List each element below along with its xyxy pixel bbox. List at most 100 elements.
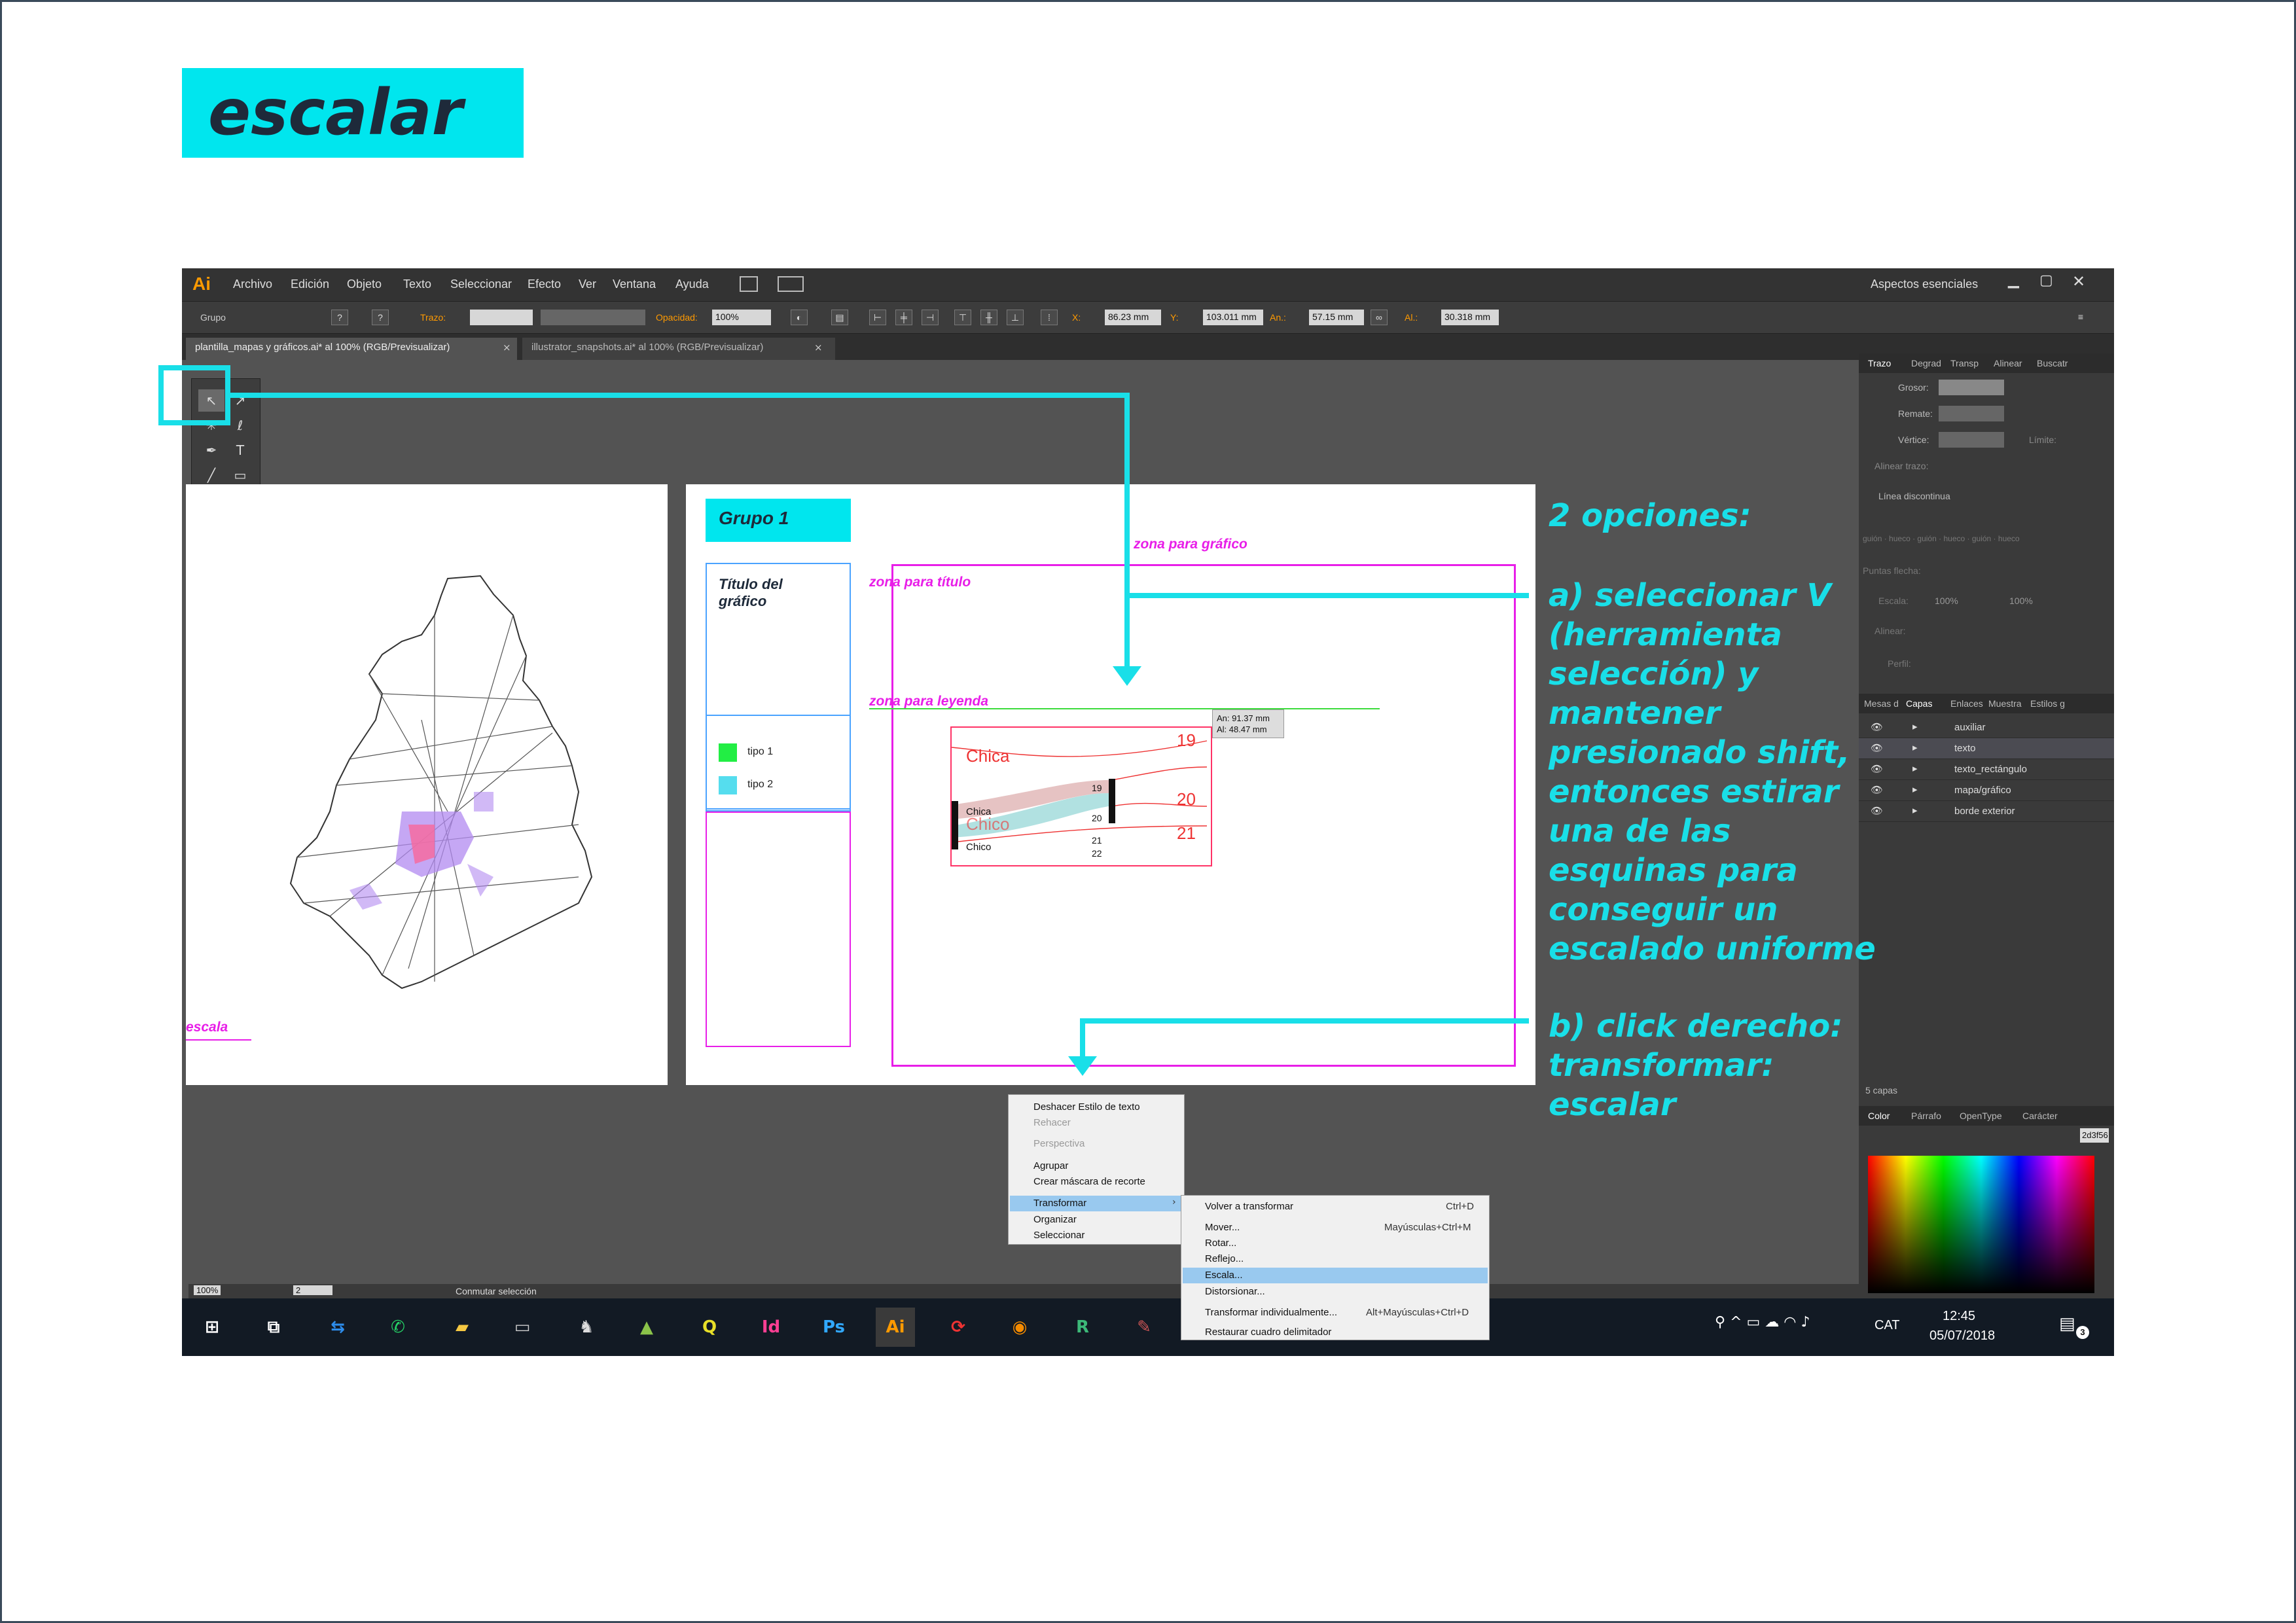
y-field[interactable]: 103.011 mm <box>1203 310 1263 325</box>
menu-item-group[interactable]: Agrupar <box>1033 1160 1068 1171</box>
align-right-icon[interactable]: ⊣ <box>922 310 939 325</box>
menu-item-redo[interactable]: Rehacer <box>1033 1117 1071 1128</box>
variable-width-field[interactable] <box>541 310 645 325</box>
clock-time[interactable]: 12:45 <box>1943 1309 1975 1324</box>
blender-icon[interactable]: ◉ <box>1000 1308 1039 1347</box>
terminal-icon[interactable]: ▭ <box>503 1308 542 1347</box>
tab-muestras[interactable]: Muestra <box>1988 698 2022 709</box>
opacity-label[interactable]: Opacidad: <box>656 312 698 323</box>
menu-item-perspective[interactable]: Perspectiva <box>1033 1138 1085 1149</box>
status-info[interactable]: Conmutar selección <box>456 1286 537 1296</box>
align-hcenter-icon[interactable]: ╪ <box>895 310 912 325</box>
submenu-item[interactable]: Reflejo... <box>1205 1253 1244 1264</box>
zoom-field[interactable]: 100% <box>194 1285 221 1295</box>
stroke-label[interactable]: Trazo: <box>420 312 446 323</box>
tab-caracter[interactable]: Carácter <box>2022 1111 2058 1121</box>
sankey-bounding-box[interactable]: Chica Chico Chica Chico 19 20 21 22 19 2… <box>950 726 1212 866</box>
align-top-icon[interactable]: ⊤ <box>954 310 971 325</box>
align-to-icon[interactable]: ▤ <box>831 310 848 325</box>
language-indicator[interactable]: CAT <box>1874 1318 1900 1333</box>
windows-start-icon[interactable]: ⊞ <box>192 1308 232 1347</box>
pen-tool-icon[interactable]: ✒ <box>198 439 224 461</box>
indesign-icon[interactable]: Id <box>751 1308 791 1347</box>
menu-texto[interactable]: Texto <box>403 277 431 291</box>
tab-transparencia[interactable]: Transp <box>1950 358 1979 368</box>
layer-row[interactable]: 👁 ▸ texto_rectángulo <box>1859 759 2114 780</box>
submenu-item[interactable]: Transformar individualmente... <box>1205 1307 1337 1318</box>
tab-trazo[interactable]: Trazo <box>1868 358 1891 368</box>
layer-row[interactable]: 👁 ▸ borde exterior <box>1859 801 2114 822</box>
eye-icon[interactable]: 👁 <box>1871 784 1883 796</box>
layer-row[interactable]: 👁 ▸ mapa/gráfico <box>1859 780 2114 801</box>
submenu-item[interactable]: Distorsionar... <box>1205 1286 1265 1297</box>
submenu-item[interactable]: Restaurar cuadro delimitador <box>1205 1327 1331 1338</box>
sync-app-icon[interactable]: ⟳ <box>939 1308 978 1347</box>
whatsapp-icon[interactable]: ✆ <box>378 1308 418 1347</box>
tab-buscatrazos[interactable]: Buscatr <box>2037 358 2068 368</box>
tab-parrafo[interactable]: Párrafo <box>1911 1111 1941 1121</box>
align-left-icon[interactable]: ⊢ <box>869 310 886 325</box>
fill-swatch-icon[interactable]: ? <box>331 310 348 325</box>
submenu-item[interactable]: Mover... <box>1205 1222 1240 1233</box>
menu-item-transform[interactable]: Transformar <box>1033 1198 1086 1209</box>
tab-estilos[interactable]: Estilos g <box>2030 698 2065 709</box>
artboard-page-field[interactable]: 2 <box>293 1285 332 1295</box>
tab-plantilla[interactable]: plantilla_mapas y gráficos.ai* al 100% (… <box>186 338 517 360</box>
tab-color[interactable]: Color <box>1868 1111 1890 1121</box>
lasso-tool-icon[interactable]: ℓ <box>227 414 253 437</box>
file-explorer-icon[interactable]: ▰ <box>442 1308 482 1347</box>
type-tool-icon[interactable]: T <box>227 439 253 461</box>
menu-item-select[interactable]: Seleccionar <box>1033 1230 1085 1241</box>
tab-degradado[interactable]: Degrad <box>1911 358 1941 368</box>
menu-ver[interactable]: Ver <box>579 277 596 291</box>
rectangle-tool-icon[interactable]: ▭ <box>227 464 253 486</box>
layer-row[interactable]: 👁 ▸ texto <box>1859 738 2114 759</box>
align-bottom-icon[interactable]: ⊥ <box>1007 310 1024 325</box>
artboard-map[interactable]: escala <box>186 484 668 1085</box>
menu-edicion[interactable]: Edición <box>291 277 329 291</box>
tab-snapshots[interactable]: illustrator_snapshots.ai* al 100% (RGB/P… <box>522 338 835 360</box>
submenu-item[interactable]: Volver a transformar <box>1205 1201 1293 1212</box>
bridge-icon[interactable] <box>740 276 758 292</box>
tab-opentype[interactable]: OpenType <box>1960 1111 2002 1121</box>
escala-field-1[interactable]: 100% <box>1935 596 1958 606</box>
align-vcenter-icon[interactable]: ╫ <box>980 310 997 325</box>
eye-icon[interactable]: 👁 <box>1871 721 1883 733</box>
tab-alinear[interactable]: Alinear <box>1994 358 2022 368</box>
stroke-swatch-icon[interactable]: ? <box>372 310 389 325</box>
tab-close-icon[interactable]: × <box>814 342 823 353</box>
image-viewer-icon[interactable]: ▲ <box>627 1308 666 1347</box>
panel-menu-icon[interactable]: ≡ <box>2072 310 2089 325</box>
legend-box[interactable] <box>706 715 851 810</box>
tab-enlaces[interactable]: Enlaces <box>1950 698 1983 709</box>
other-app-icon[interactable]: ✎ <box>1124 1308 1164 1347</box>
submenu-item-scale[interactable]: Escala... <box>1205 1270 1243 1281</box>
menu-efecto[interactable]: Efecto <box>528 277 561 291</box>
minimize-icon[interactable]: ▁ <box>2008 272 2019 289</box>
color-spectrum[interactable] <box>1868 1156 2094 1293</box>
arrange-documents-icon[interactable] <box>778 276 804 292</box>
menu-objeto[interactable]: Objeto <box>347 277 382 291</box>
color-hex-field[interactable]: 2d3f56 <box>2080 1128 2109 1143</box>
eye-icon[interactable]: 👁 <box>1871 742 1883 754</box>
menu-item-clipping-mask[interactable]: Crear máscara de recorte <box>1033 1176 1145 1187</box>
tab-close-icon[interactable]: × <box>503 342 511 353</box>
layer-row[interactable]: 👁 ▸ auxiliar <box>1859 717 2114 738</box>
vertice-buttons[interactable] <box>1939 432 2004 448</box>
eye-icon[interactable]: 👁 <box>1871 805 1883 817</box>
opacity-field[interactable]: 100% <box>712 310 771 325</box>
menu-archivo[interactable]: Archivo <box>233 277 272 291</box>
submenu-item[interactable]: Rotar... <box>1205 1238 1236 1249</box>
menu-item-undo[interactable]: Deshacer Estilo de texto <box>1033 1101 1140 1113</box>
width-field[interactable]: 57.15 mm <box>1309 310 1364 325</box>
teamviewer-icon[interactable]: ⇆ <box>318 1308 357 1347</box>
photoshop-icon[interactable]: Ps <box>814 1308 853 1347</box>
tray-icons[interactable]: ⚲ ^ ▭ ☁ ◠ ♪ <box>1715 1314 1810 1330</box>
inkscape-icon[interactable]: ♞ <box>567 1308 606 1347</box>
line-tool-icon[interactable]: ╱ <box>198 464 224 486</box>
reference-point-icon[interactable]: ⁞ <box>1041 310 1058 325</box>
tab-mesas[interactable]: Mesas d <box>1864 698 1899 709</box>
maximize-icon[interactable]: ▢ <box>2039 272 2053 289</box>
workspace-switcher[interactable]: Aspectos esenciales <box>1871 277 1978 291</box>
menu-ayuda[interactable]: Ayuda <box>675 277 709 291</box>
